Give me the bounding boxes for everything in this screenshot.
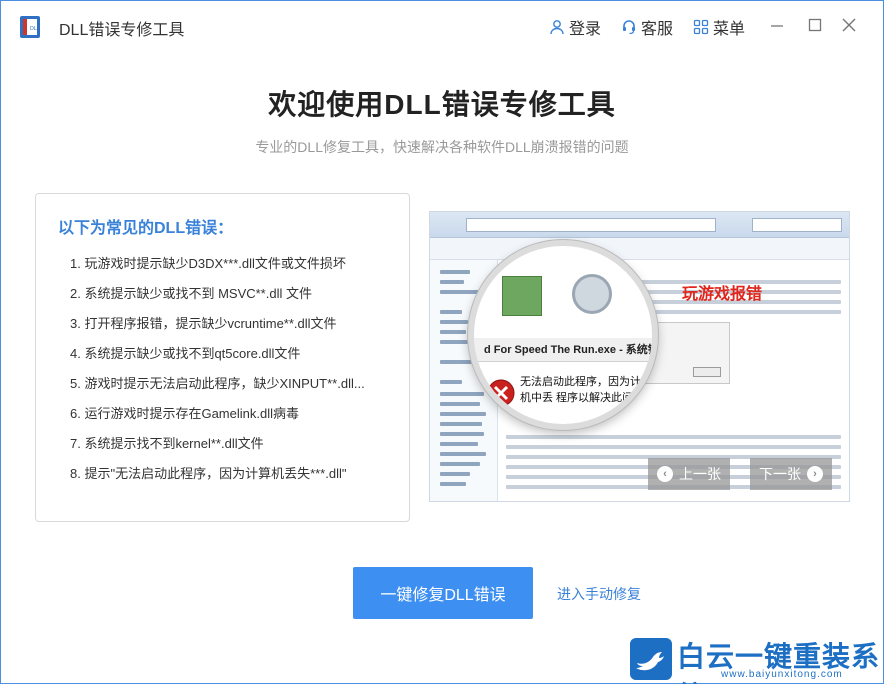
user-icon — [550, 20, 564, 35]
error-list-item: 5. 游戏时提示无法启动此程序，缺少XINPUT**.dll... — [70, 376, 365, 391]
error-list-item: 2. 系统提示缺少或找不到 MSVC**.dll 文件 — [70, 286, 312, 301]
page-subtitle: 专业的DLL修复工具，快速解决各种软件DLL崩溃报错的问题 — [255, 139, 629, 155]
menu-label: 菜单 — [713, 21, 746, 38]
headset-icon — [623, 20, 635, 35]
watermark: 白云一键重装系统 www.baiyunxitong.com — [629, 635, 881, 684]
one-click-fix-button[interactable]: 一键修复DLL错误 — [353, 567, 533, 619]
error-list-item: 3. 打开程序报错，提示缺少vcruntime**.dll文件 — [70, 316, 337, 331]
app-logo-icon: DLL — [20, 16, 40, 38]
service-button[interactable]: 客服 — [621, 16, 673, 38]
login-button[interactable]: 登录 — [549, 16, 601, 38]
explorer-address-bar — [430, 212, 849, 238]
svg-text:DLL: DLL — [30, 26, 40, 32]
close-icon[interactable] — [841, 17, 857, 33]
settings-file-icon — [572, 274, 612, 314]
chevron-right-icon: › — [807, 466, 823, 482]
error-list-item: 4. 系统提示缺少或找不到qt5core.dll文件 — [70, 346, 301, 361]
error-list: 1. 玩游戏时提示缺少D3DX***.dll文件或文件损坏 2. 系统提示缺少或… — [70, 254, 365, 494]
chevron-left-icon: ‹ — [657, 466, 673, 482]
carousel-next-button[interactable]: 下一张 › — [750, 458, 832, 490]
error-list-item: 6. 运行游戏时提示存在Gamelink.dll病毒 — [70, 406, 299, 421]
login-label: 登录 — [569, 21, 602, 38]
error-list-item: 8. 提示"无法启动此程序，因为计算机丢失***.dll" — [70, 466, 347, 481]
bird-logo-icon — [630, 638, 672, 680]
app-window: DLL DLL错误专修工具 登录 客服 菜单 欢迎使用DLL错误专修工具 专业的… — [0, 0, 884, 684]
carousel-next-label: 下一张 — [759, 466, 801, 482]
error-list-item: 7. 系统提示找不到kernel**.dll文件 — [70, 436, 264, 451]
error-dialog-message: 无法启动此程序，因为计算机中丢 程序以解决此问题。 — [520, 376, 656, 404]
common-errors-heading: 以下为常见的DLL错误： — [58, 220, 234, 237]
grid-menu-icon — [693, 19, 709, 35]
explorer-menu-bar — [430, 238, 849, 260]
error-illustration: d For Speed The Run.exe - 系统错误 无法启动此程序，因… — [429, 211, 850, 502]
carousel-prev-button[interactable]: ‹ 上一张 — [648, 458, 730, 490]
illustration-caption: 玩游戏报错 — [682, 286, 763, 303]
error-dialog-title: d For Speed The Run.exe - 系统错误 — [474, 338, 652, 362]
maximize-icon[interactable] — [807, 17, 823, 33]
magnifier-lens: d For Speed The Run.exe - 系统错误 无法启动此程序，因… — [468, 240, 658, 430]
menu-button[interactable]: 菜单 — [693, 16, 745, 38]
service-label: 客服 — [641, 21, 674, 38]
title-bar: DLL DLL错误专修工具 登录 客服 菜单 — [1, 1, 883, 51]
file-thumbnail — [502, 276, 542, 316]
page-title: 欢迎使用DLL错误专修工具 — [268, 89, 616, 120]
error-list-item: 1. 玩游戏时提示缺少D3DX***.dll文件或文件损坏 — [70, 256, 346, 271]
common-errors-card: 以下为常见的DLL错误： 1. 玩游戏时提示缺少D3DX***.dll文件或文件… — [35, 193, 410, 522]
error-x-icon — [487, 379, 515, 407]
app-title: DLL错误专修工具 — [59, 22, 185, 39]
carousel-prev-label: 上一张 — [679, 466, 721, 482]
watermark-url: www.baiyunxitong.com — [721, 669, 843, 680]
manual-fix-link[interactable]: 进入手动修复 — [557, 584, 641, 604]
minimize-icon[interactable] — [769, 17, 785, 33]
